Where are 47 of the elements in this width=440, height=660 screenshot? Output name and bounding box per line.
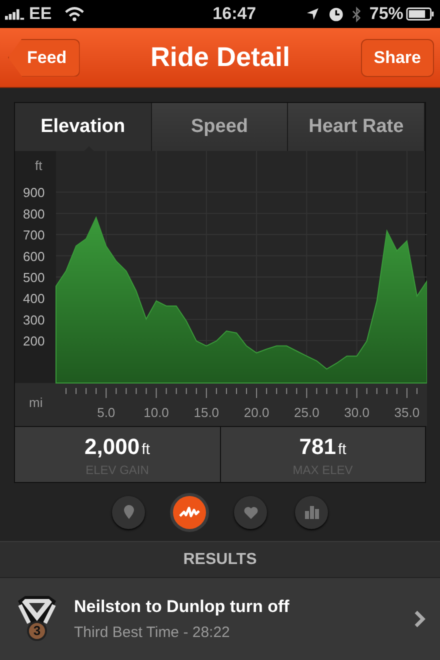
chart-page-button[interactable] (173, 496, 206, 528)
segment-detail: Third Best Time - 28:22 (74, 622, 231, 642)
axis-unit-label: ft (35, 158, 42, 173)
bar-chart-icon (304, 504, 320, 520)
x-tick-label: 15.0 (194, 405, 220, 420)
chevron-right-icon (414, 610, 426, 628)
clock-icon (328, 6, 343, 22)
pin-icon (122, 503, 136, 521)
battery-percent: 75% (369, 3, 404, 26)
signal-icon (5, 8, 26, 20)
wifi-icon (64, 6, 85, 22)
medal-badge: 3 (27, 621, 47, 641)
status-time: 16:47 (212, 3, 256, 26)
screen-title: Ride Detail (150, 41, 290, 74)
section-header: RESULTS (0, 541, 440, 577)
x-tick-label: 30.0 (344, 405, 370, 420)
stat-value: 2,000 (84, 433, 140, 461)
bluetooth-icon (352, 6, 362, 22)
y-tick-label: 900 (23, 185, 45, 200)
y-tick-label: 600 (23, 248, 45, 264)
y-tick-label: 200 (23, 334, 45, 349)
axis-unit-label: mi (29, 395, 43, 410)
y-tick-label: 800 (23, 206, 45, 222)
chart-tab[interactable]: Heart Rate (288, 103, 426, 151)
wave-icon (179, 505, 200, 519)
chart-tab[interactable]: Speed (152, 103, 288, 151)
chart-tab[interactable]: Elevation (15, 103, 152, 151)
x-tick-label: 25.0 (294, 405, 320, 420)
stat-unit: ft (338, 440, 346, 460)
battery-icon (406, 7, 436, 21)
carrier-name: EE (28, 3, 52, 26)
x-tick-label: 5.0 (97, 405, 116, 420)
x-tick-label: 20.0 (244, 405, 270, 420)
y-tick-label: 400 (23, 291, 45, 306)
stat-value: 781 (299, 433, 336, 461)
stat-unit: ft (142, 440, 150, 460)
y-tick-label: 500 (23, 270, 45, 285)
x-tick-label: 10.0 (144, 405, 169, 420)
y-tick-label: 700 (23, 228, 45, 243)
location-arrow-icon (306, 7, 320, 21)
back-button[interactable]: Feed (8, 38, 80, 76)
segment-name: Neilston to Dunlop turn off (74, 596, 290, 618)
heart-icon (242, 504, 258, 520)
result-row[interactable]: 3 Neilston to Dunlop turn off Third Best Time - 28:22 (0, 577, 440, 660)
x-tick-label: 35.0 (394, 405, 420, 420)
y-tick-label: 300 (23, 312, 45, 328)
share-button[interactable]: Share (360, 38, 434, 76)
